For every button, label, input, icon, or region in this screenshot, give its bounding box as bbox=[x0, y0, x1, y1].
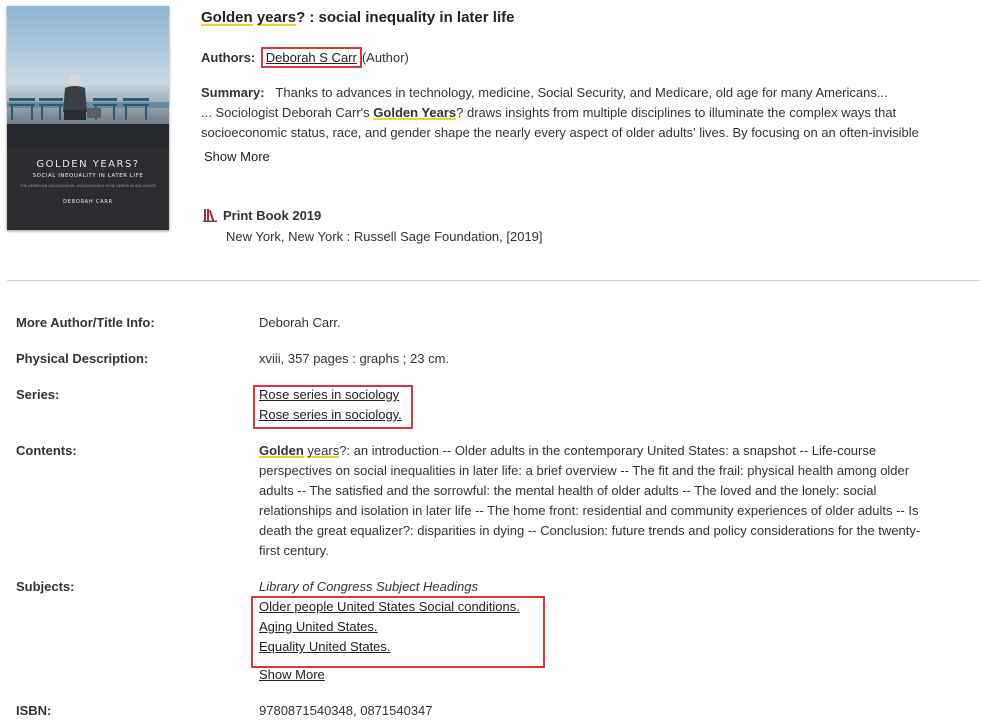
cover-illustration bbox=[7, 6, 169, 148]
contents-highlight: Golden bbox=[259, 443, 304, 458]
subject-link[interactable]: Equality United States. bbox=[259, 639, 391, 654]
series-link[interactable]: Rose series in sociology. bbox=[259, 407, 402, 422]
title-highlight: Golden bbox=[201, 9, 253, 26]
publisher-info: New York, New York : Russell Sage Founda… bbox=[226, 229, 543, 244]
cover-subtitle: SOCIAL INEQUALITY IN LATER LIFE bbox=[32, 173, 144, 179]
contents-line: death the great equalizer?: disparities … bbox=[259, 523, 921, 538]
summary-text: ? draws insights from multiple disciplin… bbox=[456, 105, 897, 120]
authors-row: Authors: Deborah S Carr (Author) bbox=[201, 47, 409, 68]
section-divider bbox=[7, 280, 980, 281]
author-link[interactable]: Deborah S Carr bbox=[266, 50, 357, 65]
series-link[interactable]: Rose series in sociology bbox=[259, 387, 399, 402]
title-highlight: years bbox=[256, 9, 297, 26]
summary-line: ... Sociologist Deborah Carr's Golden Ye… bbox=[201, 103, 961, 123]
isbn-label: ISBN: bbox=[16, 703, 52, 718]
summary: Summary: Thanks to advances in technolog… bbox=[201, 83, 961, 143]
subjects-show-more-button[interactable]: Show More bbox=[259, 667, 325, 682]
title-text: ? : social inequality in later life bbox=[296, 9, 515, 26]
format-label: Print Book 2019 bbox=[223, 208, 322, 223]
summary-text: ... Sociologist Deborah Carr's bbox=[201, 105, 374, 120]
format-row[interactable]: Print Book 2019 bbox=[203, 208, 321, 225]
book-icon bbox=[203, 208, 217, 225]
author-highlight-box: Deborah S Carr bbox=[260, 47, 362, 68]
series-list: Rose series in sociology Rose series in … bbox=[259, 385, 964, 425]
summary-line: Summary: Thanks to advances in technolog… bbox=[201, 83, 961, 103]
contents-value: Golden years?: an introduction -- Older … bbox=[259, 441, 964, 561]
book-cover[interactable]: GOLDEN YEARS? SOCIAL INEQUALITY IN LATER… bbox=[7, 6, 169, 230]
authors-label: Authors: bbox=[201, 50, 256, 65]
contents-text: ?: an introduction -- Older adults in th… bbox=[339, 443, 877, 458]
physical-description-value: xviii, 357 pages : graphs ; 23 cm. bbox=[259, 351, 450, 366]
subjects-heading: Library of Congress Subject Headings bbox=[259, 579, 478, 594]
more-author-label: More Author/Title Info: bbox=[16, 315, 155, 330]
summary-show-more-button[interactable]: Show More bbox=[204, 149, 270, 164]
contents-label: Contents: bbox=[16, 443, 77, 458]
summary-line: socioeconomic status, race, and gender s… bbox=[201, 125, 919, 140]
subjects-label: Subjects: bbox=[16, 579, 75, 594]
isbn-value: 9780871540348, 0871540347 bbox=[259, 703, 433, 718]
series-label: Series: bbox=[16, 387, 60, 402]
subjects-list: Library of Congress Subject Headings Old… bbox=[259, 577, 964, 685]
cover-author: DEBORAH CARR bbox=[63, 199, 113, 205]
contents-line: first century. bbox=[259, 543, 329, 558]
subject-link[interactable]: Older people United States Social condit… bbox=[259, 599, 520, 614]
contents-highlight: years bbox=[307, 443, 340, 458]
contents-line: adults -- The satisfied and the sorrowfu… bbox=[259, 483, 877, 498]
contents-line: relationships and isolation in later lif… bbox=[259, 503, 919, 518]
record-title[interactable]: Golden years? : social inequality in lat… bbox=[201, 9, 514, 26]
author-role: (Author) bbox=[361, 50, 409, 65]
subject-link[interactable]: Aging United States. bbox=[259, 619, 378, 634]
more-author-value: Deborah Carr. bbox=[259, 315, 341, 330]
contents-line: perspectives on social inequalities in l… bbox=[259, 463, 910, 478]
summary-highlight: Golden Years bbox=[373, 105, 457, 120]
summary-text: Thanks to advances in technology, medici… bbox=[275, 85, 888, 100]
cover-title: GOLDEN YEARS? bbox=[36, 159, 140, 170]
cover-series-note: THE AMERICAN SOCIOLOGICAL ASSOCIATION'S … bbox=[19, 184, 157, 188]
physical-description-label: Physical Description: bbox=[16, 351, 149, 366]
summary-label: Summary: bbox=[201, 85, 265, 100]
